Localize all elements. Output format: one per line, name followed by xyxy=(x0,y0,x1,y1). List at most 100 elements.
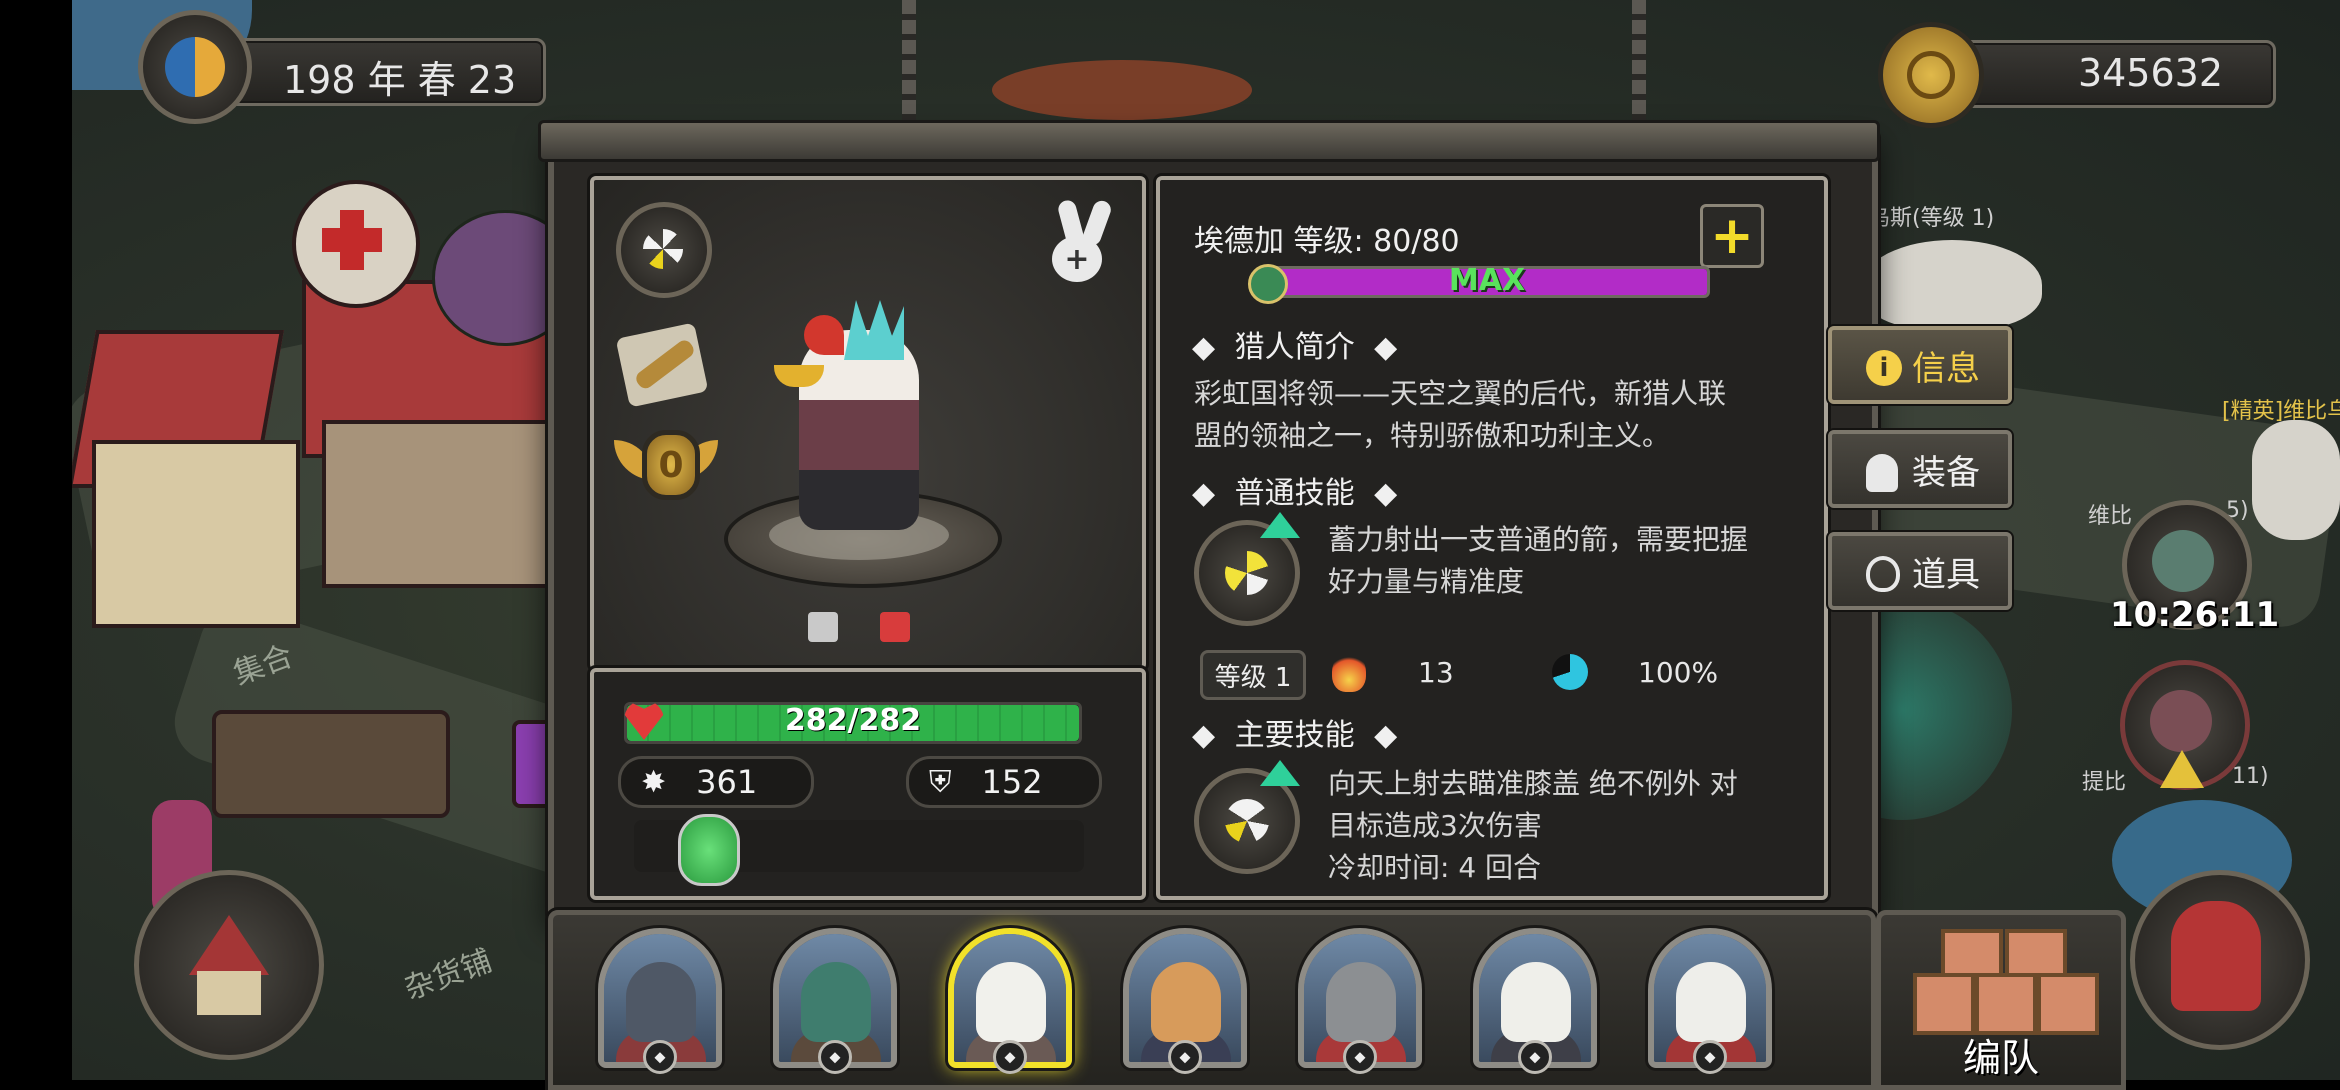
date-label: 198 年 春 23 xyxy=(283,58,517,102)
team-formation-button[interactable]: 编队 xyxy=(1876,910,2126,1090)
hp-bar: 282/282 xyxy=(624,702,1082,744)
helmet-icon xyxy=(1866,454,1898,492)
knight-helmet-icon xyxy=(2171,901,2261,1011)
class-badge-icon: ⬥ xyxy=(1693,1040,1727,1074)
chain xyxy=(902,0,916,120)
dragon-creature xyxy=(1862,240,2042,330)
red-cross-icon xyxy=(322,228,382,252)
tab-info-label: 信息 xyxy=(1912,348,1980,389)
tab-items[interactable]: 道具 xyxy=(1828,532,2012,610)
main-skill-heading: ◆ 主要技能 ◆ xyxy=(1192,718,1398,753)
level-badge-icon xyxy=(1248,264,1288,304)
normal-skill-line: 蓄力射出一支普通的箭，需要把握 xyxy=(1328,523,1749,556)
normal-skill-heading: ◆ 普通技能 ◆ xyxy=(1192,476,1398,511)
hunter-face xyxy=(976,962,1046,1042)
panel-top-bar xyxy=(538,120,1880,162)
max-label: MAX xyxy=(1448,263,1526,298)
shield-icon: ⛨ xyxy=(929,764,952,800)
hunter-crest-red xyxy=(804,315,844,355)
warning-icon xyxy=(2160,750,2204,788)
status-icon xyxy=(880,612,910,642)
unit-label-suffix: 11) xyxy=(2232,764,2269,789)
unit-label: 维比 xyxy=(2088,504,2133,529)
medal-center: 0 xyxy=(642,430,700,500)
hunter-face xyxy=(1676,962,1746,1042)
tab-equipment[interactable]: 装备 xyxy=(1828,430,2012,508)
elite-unit-label: [精英]维比乌 xyxy=(2222,399,2340,424)
gold-coin-icon xyxy=(1878,22,1984,128)
winged-medal-icon[interactable]: 0 xyxy=(614,430,718,510)
tab-equipment-label: 装备 xyxy=(1912,452,1980,493)
unit-label: 提比 xyxy=(2082,770,2127,795)
main-skill-heading-text: 主要技能 xyxy=(1234,718,1355,753)
coin-emblem xyxy=(1907,51,1955,99)
date-bar: 198 年 春 23 xyxy=(200,38,546,106)
cooldown-text: 冷却时间: 4 回合 xyxy=(1328,851,1542,884)
timer-label: 10:26:11 xyxy=(2110,595,2280,635)
arrow-burst-glyph xyxy=(1225,799,1269,843)
house-icon-body xyxy=(197,971,261,1015)
tab-info[interactable]: i 信息 xyxy=(1828,326,2012,404)
class-badge-icon: ⬥ xyxy=(1343,1040,1377,1074)
status-icon xyxy=(808,612,838,642)
normal-skill-line: 好力量与精准度 xyxy=(1328,565,1525,598)
enemy-face xyxy=(2152,530,2214,592)
season-dial-icon[interactable] xyxy=(138,10,252,124)
hunter-face xyxy=(626,962,696,1042)
attack-stat: ✸ 361 xyxy=(618,756,814,808)
upgrade-arrow-icon xyxy=(1260,760,1300,786)
portrait-area: 0 + xyxy=(590,176,1146,670)
rabbit-plus-icon[interactable]: + xyxy=(1042,198,1126,284)
burst-glyph xyxy=(1225,551,1269,595)
hunter-crest xyxy=(844,300,904,360)
hunter-name-level: 埃德加 等级: 80/80 xyxy=(1194,224,1460,259)
hunter-face xyxy=(801,962,871,1042)
normal-skill-heading-text: 普通技能 xyxy=(1234,476,1355,511)
level-up-button[interactable]: + xyxy=(1700,204,1764,268)
sun-moon-icon xyxy=(165,37,225,97)
team-button-label: 编队 xyxy=(1962,1036,2039,1080)
team-member-icon xyxy=(2037,973,2099,1035)
attack-burst-icon: ✸ xyxy=(641,764,667,800)
level-bar: MAX xyxy=(1264,263,1710,298)
dragon-creature xyxy=(2252,420,2340,540)
house xyxy=(322,420,550,588)
plus-icon: + xyxy=(1710,206,1754,266)
team-member-icon xyxy=(1975,973,2037,1035)
main-skill-line: 向天上射去瞄准膝盖 绝不例外 对 xyxy=(1328,767,1738,800)
green-potion-icon[interactable] xyxy=(678,814,740,886)
main-skill-line: 目标造成3次伤害 xyxy=(1328,809,1542,842)
medal-rank: 0 xyxy=(658,444,684,486)
team-member-icon xyxy=(1913,973,1975,1035)
house-icon xyxy=(189,915,269,975)
defense-stat: ⛨ 152 xyxy=(906,756,1102,808)
info-area: 埃德加 等级: 80/80 + MAX ◆ 猎人简介 ◆ 彩虹国将领——天空之翼… xyxy=(1156,176,1828,900)
stats-area: 282/282 ✸ 361 ⛨ 152 xyxy=(590,668,1146,900)
class-badge-icon: ⬥ xyxy=(643,1040,677,1074)
plus-icon: + xyxy=(1052,236,1102,282)
enemy-face xyxy=(2150,690,2212,752)
tab-items-label: 道具 xyxy=(1912,554,1980,595)
attack-value: 361 xyxy=(696,763,758,801)
intro-line: 彩虹国将领——天空之翼的后代，新猎人联 xyxy=(1194,377,1727,410)
home-button[interactable] xyxy=(134,870,324,1060)
map-label-shop: 杂货铺 xyxy=(399,943,497,1008)
defense-value: 152 xyxy=(981,763,1043,801)
class-badge-icon: ⬥ xyxy=(818,1040,852,1074)
arrow-burst-icon[interactable] xyxy=(616,202,712,298)
hp-text: 282/282 xyxy=(784,703,922,738)
class-badge-icon: ⬥ xyxy=(1518,1040,1552,1074)
intro-line: 盟的领袖之一，特别骄傲和功利主义。 xyxy=(1194,419,1671,452)
fire-value: 13 xyxy=(1418,656,1454,689)
house xyxy=(92,440,300,628)
spyglass-map-icon[interactable] xyxy=(615,322,709,408)
info-icon: i xyxy=(1866,350,1902,386)
knight-portrait[interactable] xyxy=(2130,870,2310,1050)
class-badge-icon: ⬥ xyxy=(1168,1040,1202,1074)
intro-heading-text: 猎人简介 xyxy=(1234,330,1355,365)
team-row: ⬥ ⬥ ⬥ ⬥ ⬥ ⬥ ⬥ xyxy=(598,928,1838,1078)
hunter-face xyxy=(1151,962,1221,1042)
hunter-face xyxy=(1501,962,1571,1042)
skill-level-badge: 等级 1 xyxy=(1200,650,1306,700)
gold-amount: 345632 xyxy=(2077,51,2223,95)
